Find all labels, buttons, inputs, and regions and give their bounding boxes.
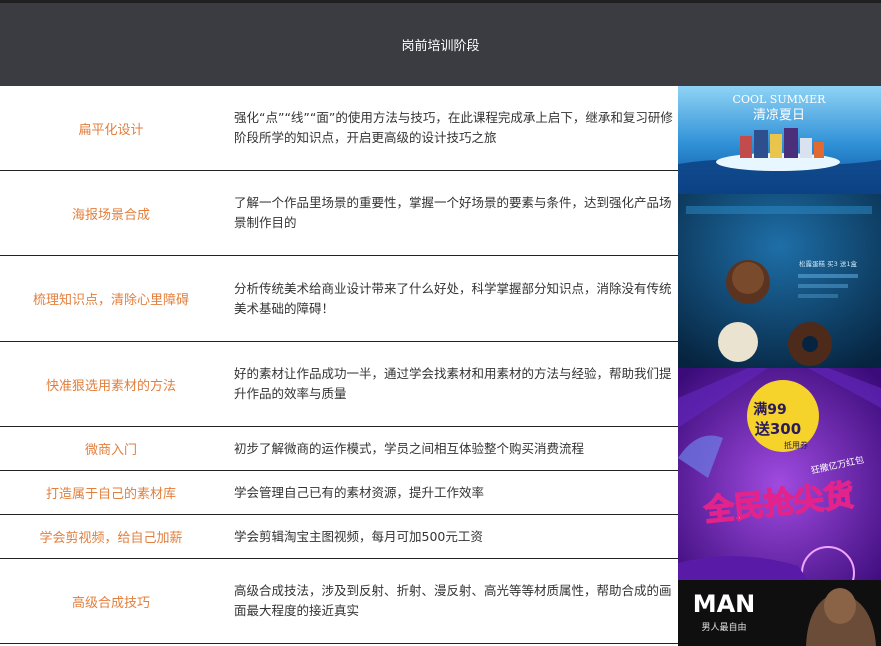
svg-text:满99: 满99 <box>753 401 786 418</box>
course-topic: 高级合成技巧 <box>71 595 150 611</box>
course-desc: 学会管理自己已有的素材资源，提升工作效率 <box>234 484 485 500</box>
course-topic: 微商入门 <box>84 443 137 458</box>
course-topic: 梳理知识点，清除心里障碍 <box>32 293 189 308</box>
svg-text:送300: 送300 <box>754 420 801 438</box>
course-row: 高级合成技巧 高级合成技法，涉及到反射、折射、漫反射、高光等等材质属性，帮助合成… <box>0 559 678 644</box>
course-topic: 打造属于自己的素材库 <box>45 487 176 502</box>
summer-title-cn: 清凉夏日 <box>753 108 805 123</box>
course-topic: 学会剪视频，给自己加薪 <box>39 531 183 546</box>
sale-banner: 满99 送300 抵用券 狂撒亿万红包 全民抢尖货 <box>678 368 881 580</box>
dessert-caption: 松露蛋糕 买3 送1盒 <box>799 259 857 268</box>
course-row: 扁平化设计 强化“点”“线”“面”的使用方法与技巧，在此课程完成承上启下，继承和… <box>0 86 678 171</box>
summer-title-en: COOL SUMMER <box>733 93 827 106</box>
sale-line2-a: 送 <box>754 420 771 438</box>
man-subtitle: 男人最自由 <box>701 621 746 633</box>
course-desc: 初步了解微商的运作模式，学员之间相互体验整个购买消费流程 <box>234 440 585 456</box>
course-row: 学会剪视频，给自己加薪 学会剪辑淘宝主图视频，每月可加500元工资 <box>0 515 678 559</box>
course-row: 快准狠选用素材的方法 好的素材让作品成功一半，通过学会找素材和用素材的方法与经验… <box>0 342 678 427</box>
course-row: 微商入门 初步了解微商的运作模式，学员之间相互体验整个购买消费流程 <box>0 427 678 471</box>
summer-banner: COOL SUMMER 清凉夏日 <box>678 86 881 194</box>
course-topic: 快准狠选用素材的方法 <box>45 378 176 394</box>
man-banner: MAN 男人最自由 <box>678 580 881 646</box>
course-desc: 好的素材让作品成功一半，通过学会找素材和用素材的方法与经验，帮助我们提升作品的效… <box>234 366 672 401</box>
course-desc: 学会剪辑淘宝主图视频，每月可加500元工资 <box>234 528 483 544</box>
section-title: 岗前培训阶段 <box>401 39 480 54</box>
course-row: 梳理知识点，清除心里障碍 分析传统美术给商业设计带来了什么好处，科学掌握部分知识… <box>0 256 678 342</box>
course-topic: 扁平化设计 <box>78 122 144 138</box>
section-header: 岗前培训阶段 <box>0 0 881 86</box>
course-row: 海报场景合成 了解一个作品里场景的重要性，掌握一个好场景的要素与条件，达到强化产… <box>0 171 678 256</box>
course-desc: 高级合成技法，涉及到反射、折射、漫反射、高光等等材质属性，帮助合成的画面最大程度… <box>234 583 672 618</box>
course-desc: 强化“点”“线”“面”的使用方法与技巧，在此课程完成承上启下，继承和复习研修阶段… <box>234 110 673 145</box>
sale-line2-b: 300 <box>770 420 801 438</box>
course-desc: 了解一个作品里场景的重要性，掌握一个好场景的要素与条件，达到强化产品场景制作目的 <box>234 195 672 230</box>
course-row: 打造属于自己的素材库 学会管理自己已有的素材资源，提升工作效率 <box>0 471 678 515</box>
sale-line1-a: 满 <box>753 401 767 418</box>
sale-tag: 抵用券 <box>784 440 808 450</box>
dessert-banner: 松露蛋糕 买3 送1盒 <box>678 194 881 368</box>
course-desc: 分析传统美术给商业设计带来了什么好处，科学掌握部分知识点，消除没有传统美术基础的… <box>234 280 672 316</box>
man-title: MAN <box>693 590 756 618</box>
course-topic: 海报场景合成 <box>71 207 150 223</box>
sale-line1-b: 99 <box>767 402 786 418</box>
